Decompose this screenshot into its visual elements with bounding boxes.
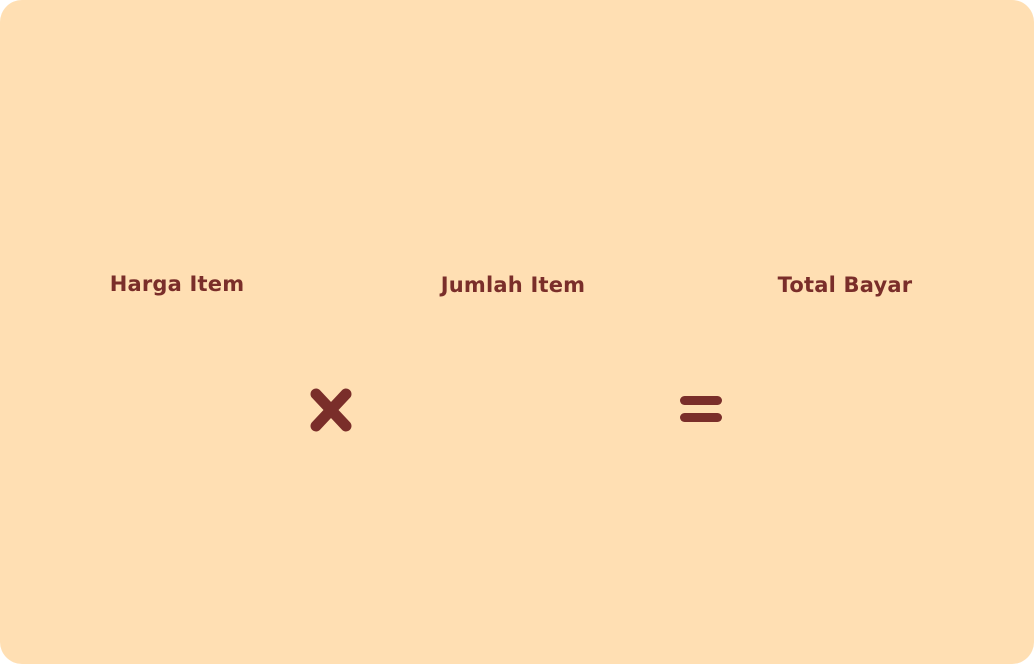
equals-icon	[678, 396, 724, 424]
multiply-icon	[308, 386, 354, 434]
harga-item-label: Harga Item	[109, 272, 245, 296]
total-bayar-label: Total Bayar	[777, 273, 913, 297]
jumlah-item-label: Jumlah Item	[440, 273, 586, 297]
calculation-card: Harga Item Jumlah Item Total Bayar	[0, 0, 1034, 664]
